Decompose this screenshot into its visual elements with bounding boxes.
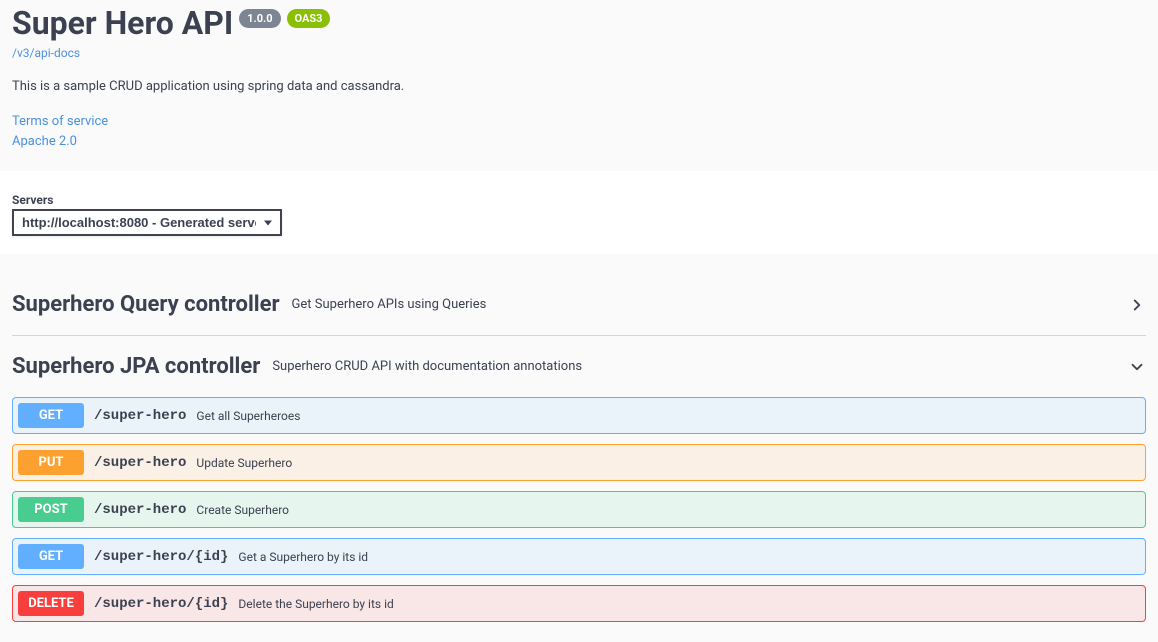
operation-path: /super-hero [94, 408, 186, 424]
operation-path: /super-hero [94, 502, 186, 518]
operation-post-super-hero[interactable]: POST /super-hero Create Superhero [12, 491, 1146, 528]
operation-put-super-hero[interactable]: PUT /super-hero Update Superhero [12, 444, 1146, 481]
tag-name: Superhero Query controller [12, 292, 280, 317]
server-select[interactable]: http://localhost:8080 - Generated server… [12, 209, 282, 236]
tag-name: Superhero JPA controller [12, 354, 260, 379]
title-row: Super Hero API 1.0.0 OAS3 [12, 0, 1146, 42]
license-link[interactable]: Apache 2.0 [12, 132, 1146, 152]
api-docs-link[interactable]: /v3/api-docs [12, 46, 80, 60]
operation-get-super-hero-by-id[interactable]: GET /super-hero/{id} Get a Superhero by … [12, 538, 1146, 575]
oas-badge: OAS3 [287, 9, 331, 28]
header-section: Super Hero API 1.0.0 OAS3 /v3/api-docs T… [0, 0, 1158, 171]
tag-superhero-query-controller[interactable]: Superhero Query controller Get Superhero… [12, 274, 1146, 336]
chevron-right-icon [1128, 296, 1146, 314]
operation-summary: Create Superhero [196, 503, 289, 517]
operation-path: /super-hero/{id} [94, 549, 228, 565]
chevron-down-icon [1128, 358, 1146, 376]
method-badge: POST [18, 497, 84, 522]
api-title: Super Hero API [12, 4, 233, 42]
tag-superhero-jpa-controller[interactable]: Superhero JPA controller Superhero CRUD … [12, 336, 1146, 397]
api-description: This is a sample CRUD application using … [12, 79, 1146, 94]
operation-path: /super-hero [94, 455, 186, 471]
operation-get-super-hero[interactable]: GET /super-hero Get all Superheroes [12, 397, 1146, 434]
terms-of-service-link[interactable]: Terms of service [12, 112, 1146, 132]
operation-summary: Update Superhero [196, 456, 292, 470]
version-badge: 1.0.0 [239, 9, 280, 28]
operation-summary: Get a Superhero by its id [238, 550, 368, 564]
method-badge: GET [18, 403, 84, 428]
method-badge: DELETE [18, 591, 84, 616]
meta-links: Terms of service Apache 2.0 [12, 112, 1146, 151]
tag-description: Get Superhero APIs using Queries [292, 297, 1128, 312]
operation-summary: Get all Superheroes [196, 409, 300, 423]
tag-description: Superhero CRUD API with documentation an… [272, 359, 1128, 374]
operation-summary: Delete the Superhero by its id [238, 597, 393, 611]
method-badge: PUT [18, 450, 84, 475]
operation-delete-super-hero-by-id[interactable]: DELETE /super-hero/{id} Delete the Super… [12, 585, 1146, 622]
method-badge: GET [18, 544, 84, 569]
servers-section: Servers http://localhost:8080 - Generate… [0, 171, 1158, 254]
servers-label: Servers [12, 193, 1146, 207]
operation-path: /super-hero/{id} [94, 596, 228, 612]
controllers-section: Superhero Query controller Get Superhero… [0, 274, 1158, 642]
server-select-wrapper: http://localhost:8080 - Generated server… [12, 209, 282, 236]
operations-list: GET /super-hero Get all Superheroes PUT … [12, 397, 1146, 642]
